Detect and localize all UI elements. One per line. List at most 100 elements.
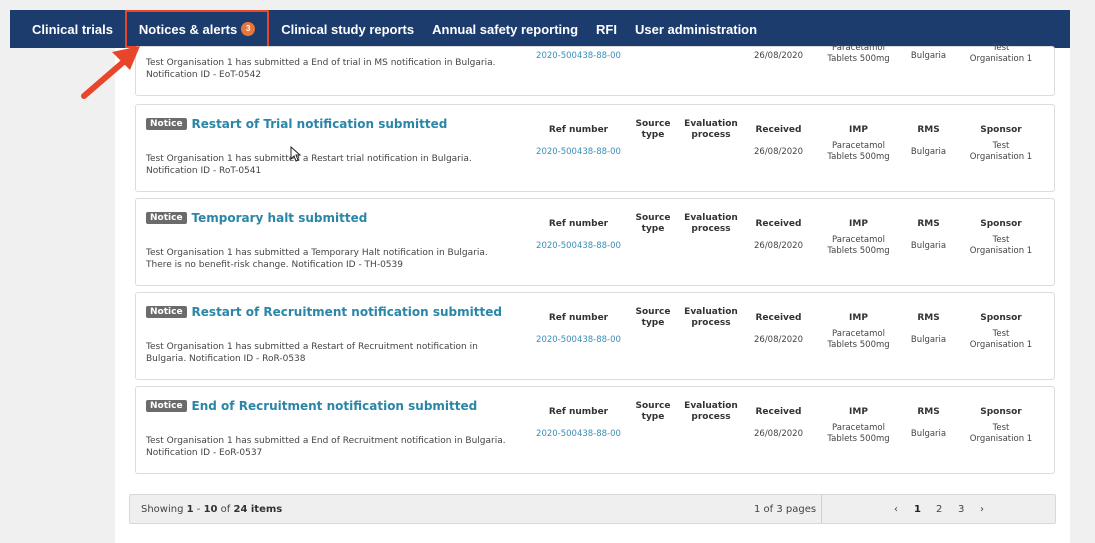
received-header: Received — [755, 125, 802, 135]
ref-number-link[interactable]: 2020-500438-88-00 — [531, 241, 626, 252]
rms-value: Bulgaria — [910, 429, 947, 439]
notice-tag: Notice — [146, 306, 187, 318]
notice-title-link[interactable]: Restart of Recruitment notification subm… — [192, 305, 502, 319]
notice-description: Test Organisation 1 has submitted a End … — [146, 436, 506, 458]
imp-value: Paracetamol Tablets 500mg — [827, 235, 890, 256]
imp-value: Paracetamol Tablets 500mg — [827, 423, 890, 444]
received-date: 26/08/2020 — [754, 241, 803, 251]
notice-title: Notice Temporary halt submitted — [146, 211, 367, 225]
notices-list: Test Organisation 1 has submitted a End … — [115, 43, 1070, 543]
notice-description: Test Organisation 1 has submitted a Temp… — [146, 248, 488, 270]
nav-notices-alerts[interactable]: Notices & alerts 3 — [124, 10, 270, 48]
received-header: Received — [755, 219, 802, 229]
range-sep: - — [193, 504, 204, 515]
evaluation-process-header: Evaluation process — [684, 307, 738, 328]
pager-divider — [821, 495, 822, 523]
notice-title-link[interactable]: End of Recruitment notification submitte… — [192, 399, 478, 413]
rms-header: RMS — [917, 219, 940, 229]
nav-clinical-trials[interactable]: Clinical trials — [10, 10, 122, 48]
page-count: 1 of 3 pages — [754, 504, 817, 515]
notice-card[interactable]: Notice Temporary halt submitted Test Org… — [135, 198, 1055, 286]
imp-value: Paracetamol Tablets 500mg — [827, 141, 890, 162]
nav-notices-alerts-label: Notices & alerts — [138, 21, 238, 37]
sponsor-value: Test Organisation 1 — [969, 423, 1033, 444]
imp-value: Paracetamol Tablets 500mg — [827, 43, 890, 64]
evaluation-process-header: Evaluation process — [684, 119, 738, 140]
source-type-header: Source type — [635, 213, 671, 234]
ref-number-header: Ref number — [548, 219, 609, 229]
received-date: 26/08/2020 — [754, 335, 803, 345]
sponsor-header: Sponsor — [980, 407, 1022, 417]
nav-annual-safety-reporting[interactable]: Annual safety reporting — [423, 10, 587, 48]
ref-number-link[interactable]: 2020-500438-88-00 — [531, 335, 626, 346]
total-items: 24 items — [233, 504, 283, 515]
received-date: 26/08/2020 — [754, 147, 803, 157]
notice-description: Test Organisation 1 has submitted a Rest… — [146, 154, 472, 176]
notice-card[interactable]: Notice Restart of Trial notification sub… — [135, 104, 1055, 192]
notice-card[interactable]: Notice Restart of Recruitment notificati… — [135, 292, 1055, 380]
page-2-button[interactable]: 2 — [936, 504, 942, 515]
rms-header: RMS — [917, 407, 940, 417]
notice-title: Notice Restart of Recruitment notificati… — [146, 305, 502, 319]
ref-number-header: Ref number — [548, 125, 609, 135]
notification-count-badge: 3 — [241, 22, 256, 36]
prev-page-icon[interactable]: ‹ — [894, 504, 898, 515]
imp-header: IMP — [849, 125, 868, 135]
evaluation-process-header: Evaluation process — [684, 401, 738, 422]
source-type-header: Source type — [635, 307, 671, 328]
sponsor-value: Test Organisation 1 — [969, 141, 1033, 162]
notice-description: Test Organisation 1 has submitted a Rest… — [146, 342, 478, 364]
ref-number-link[interactable]: 2020-500438-88-00 — [531, 51, 626, 62]
top-nav: Clinical trials Notices & alerts 3 Clini… — [10, 10, 1070, 48]
showing-count: Showing 1 - 10 of 24 items — [141, 504, 282, 515]
source-type-header: Source type — [635, 119, 671, 140]
notice-title: Notice End of Recruitment notification s… — [146, 399, 477, 413]
imp-value: Paracetamol Tablets 500mg — [827, 329, 890, 350]
sponsor-value: Test Organisation 1 — [969, 43, 1033, 64]
rms-value: Bulgaria — [910, 147, 947, 157]
nav-clinical-study-reports[interactable]: Clinical study reports — [272, 10, 423, 48]
imp-header: IMP — [849, 313, 868, 323]
received-date: 26/08/2020 — [754, 51, 803, 61]
notice-title: Notice Restart of Trial notification sub… — [146, 117, 447, 131]
notice-tag: Notice — [146, 400, 187, 412]
imp-header: IMP — [849, 407, 868, 417]
notice-title-link[interactable]: Restart of Trial notification submitted — [192, 117, 448, 131]
ref-number-link[interactable]: 2020-500438-88-00 — [531, 147, 626, 158]
rms-value: Bulgaria — [910, 51, 947, 61]
rms-value: Bulgaria — [910, 241, 947, 251]
ref-number-link[interactable]: 2020-500438-88-00 — [531, 429, 626, 440]
next-page-icon[interactable]: › — [980, 504, 984, 515]
notice-tag: Notice — [146, 212, 187, 224]
notice-description: Test Organisation 1 has submitted a End … — [146, 58, 496, 80]
received-date: 26/08/2020 — [754, 429, 803, 439]
range-end: 10 — [203, 504, 218, 515]
showing-prefix: Showing — [141, 504, 187, 515]
nav-rfi[interactable]: RFI — [587, 10, 626, 48]
source-type-header: Source type — [635, 401, 671, 422]
page-3-button[interactable]: 3 — [958, 504, 964, 515]
rms-value: Bulgaria — [910, 335, 947, 345]
notice-title-link[interactable]: Temporary halt submitted — [192, 211, 368, 225]
sponsor-header: Sponsor — [980, 125, 1022, 135]
evaluation-process-header: Evaluation process — [684, 213, 738, 234]
nav-user-administration[interactable]: User administration — [626, 10, 766, 48]
received-header: Received — [755, 407, 802, 417]
sponsor-value: Test Organisation 1 — [969, 235, 1033, 256]
of-text: of — [217, 504, 234, 515]
sponsor-value: Test Organisation 1 — [969, 329, 1033, 350]
mouse-cursor-icon — [290, 145, 302, 166]
ref-number-header: Ref number — [548, 313, 609, 323]
imp-header: IMP — [849, 219, 868, 229]
notice-card[interactable]: Notice End of Recruitment notification s… — [135, 386, 1055, 474]
ref-number-header: Ref number — [548, 407, 609, 417]
sponsor-header: Sponsor — [980, 313, 1022, 323]
page-1-button[interactable]: 1 — [914, 504, 921, 515]
received-header: Received — [755, 313, 802, 323]
sponsor-header: Sponsor — [980, 219, 1022, 229]
rms-header: RMS — [917, 313, 940, 323]
notice-card[interactable]: Test Organisation 1 has submitted a End … — [135, 43, 1055, 96]
pagination-bar: Showing 1 - 10 of 24 items 1 of 3 pages … — [129, 494, 1056, 524]
rms-header: RMS — [917, 125, 940, 135]
range-start: 1 — [186, 504, 194, 515]
